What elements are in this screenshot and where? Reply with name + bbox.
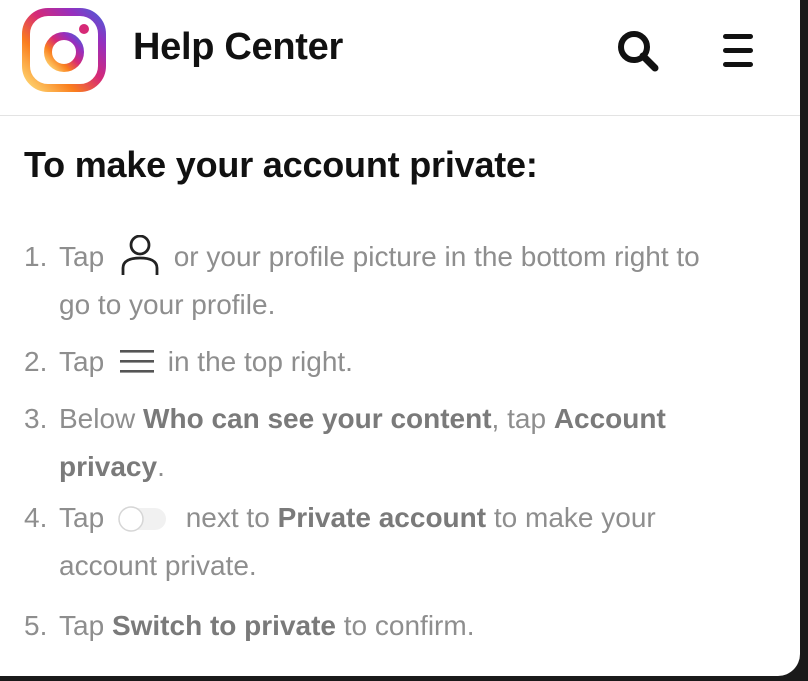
bold-label: Private account <box>277 502 487 533</box>
hamburger-menu-icon[interactable] <box>715 28 763 74</box>
step-5: 5. Tap Switch to private to confirm. <box>24 610 475 641</box>
help-center-card: Help Center To make your account private… <box>0 0 800 676</box>
step-3: 3. Below Who can see your content, tap Ac… <box>24 403 666 482</box>
toggle-off-icon <box>118 505 166 532</box>
article-heading: To make your account private: <box>24 144 538 185</box>
bold-label: privacy <box>59 451 158 482</box>
app-title: Help Center <box>133 26 343 68</box>
bold-label: Account <box>553 403 666 434</box>
bold-label: Switch to private <box>111 610 336 641</box>
step-1: 1. Tap or your profile picture in the bot… <box>24 233 784 329</box>
header: Help Center <box>0 0 800 116</box>
bold-label: Who can see your content <box>143 403 492 434</box>
search-icon[interactable] <box>612 25 664 77</box>
hamburger-menu-icon <box>119 349 154 373</box>
profile-icon <box>121 234 159 275</box>
step-2: 2. Tap in the top right. <box>24 346 353 377</box>
step-4: 4. Tap next to Private account to make yo… <box>24 502 656 581</box>
instagram-logo-icon[interactable] <box>22 8 106 92</box>
